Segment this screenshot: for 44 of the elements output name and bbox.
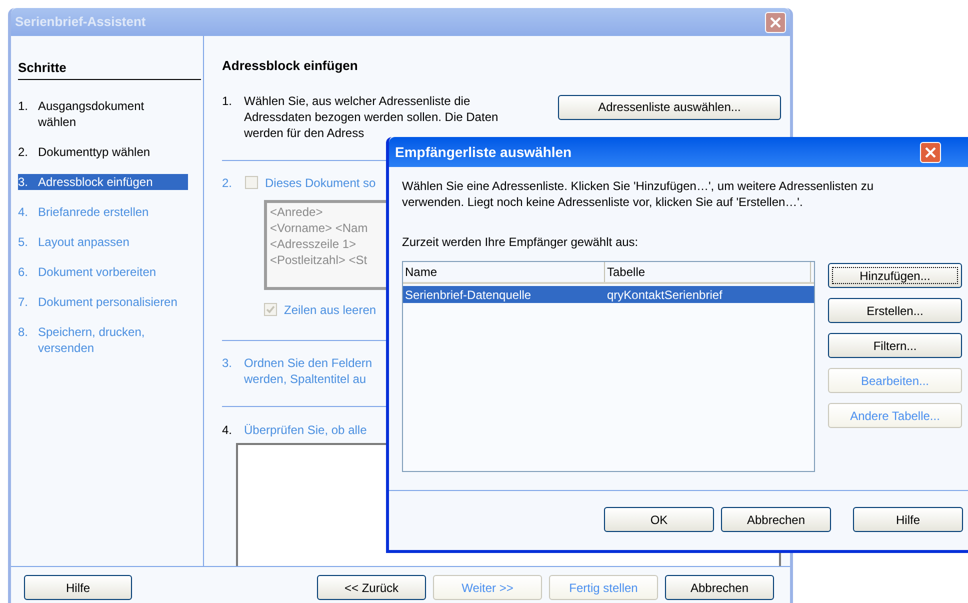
preview-line: <Anrede> [270,204,323,220]
select-address-list-button[interactable]: Adressenliste auswählen... [558,94,781,120]
help-button[interactable]: Hilfe [24,575,132,600]
nav-button[interactable]: << Zurück [317,575,426,600]
check-icon [266,305,275,314]
list-action-button[interactable]: Erstellen... [828,298,962,323]
window-title: Serienbrief-Assistent [15,13,146,32]
list-action-button[interactable]: Hinzufügen... [828,263,962,288]
section-number: 2. [222,174,234,192]
close-icon [769,16,782,28]
preview-line: <Postleitzahl> <St [270,252,368,268]
dialog-title: Empfängerliste auswählen [395,142,572,162]
nav-button[interactable]: Abbrechen [665,575,774,600]
step-item[interactable]: 1. Ausgangsdokument wählen [18,98,188,130]
table-cell-text: qryKontaktSerienbrief [606,286,724,304]
step-item[interactable]: 3. Adressblock einfügen [18,174,188,190]
table-cell-text: Serienbrief-Datenquelle [404,286,532,304]
dialog-button[interactable]: OK [604,507,714,532]
section-number: 4. [222,422,234,438]
list-action-button[interactable]: Filtern... [828,333,962,358]
steps-heading: Schritte [18,58,201,80]
preview-line: <Adresszeile 1> [270,236,356,252]
instruction-text: Ordnen Sie den Feldern werden, Spaltentitel au [244,354,372,386]
page-title: Adressblock einfügen [222,57,359,75]
current-source-label: Zurzeit werden Ihre Empfänger gewählt aus: [402,234,638,251]
preview-line: <Vorname> <Nam [270,220,368,236]
column-header[interactable]: Tabelle [605,262,811,282]
checkbox-label: Dieses Dokument so [265,174,376,192]
instruction-text: Überprüfen Sie, ob alle [244,422,367,438]
dialog-button[interactable]: Abbrechen [721,507,831,532]
column-header[interactable]: Name [403,262,605,282]
close-button[interactable] [920,142,941,162]
checkbox[interactable] [245,176,258,189]
instruction-text: Wählen Sie, aus welcher Adressenliste die Adressdaten bezogen werden sollen. Die Daten werden für den Adress [244,92,498,140]
close-button[interactable] [765,12,786,32]
checkbox[interactable] [264,303,277,316]
step-item[interactable]: 2. Dokumenttyp wählen [18,144,188,160]
checkbox-label: Zeilen aus leeren [284,302,376,318]
close-icon [924,146,937,158]
intro-text: Wählen Sie eine Adressenliste. Klicken Sie 'Hinzufügen…', um weitere Adressenlisten zu verwenden. Liegt noch keine Adressenliste vor, klicken Sie auf 'Erstellen…'. [402,178,874,210]
list-row[interactable]: Serienbrief-Datenquelle qryKontaktSerienbrief [403,286,814,303]
dialog-button[interactable]: Hilfe [853,507,963,532]
section-number: 3. [222,354,234,372]
section-number: 1. [222,92,234,110]
